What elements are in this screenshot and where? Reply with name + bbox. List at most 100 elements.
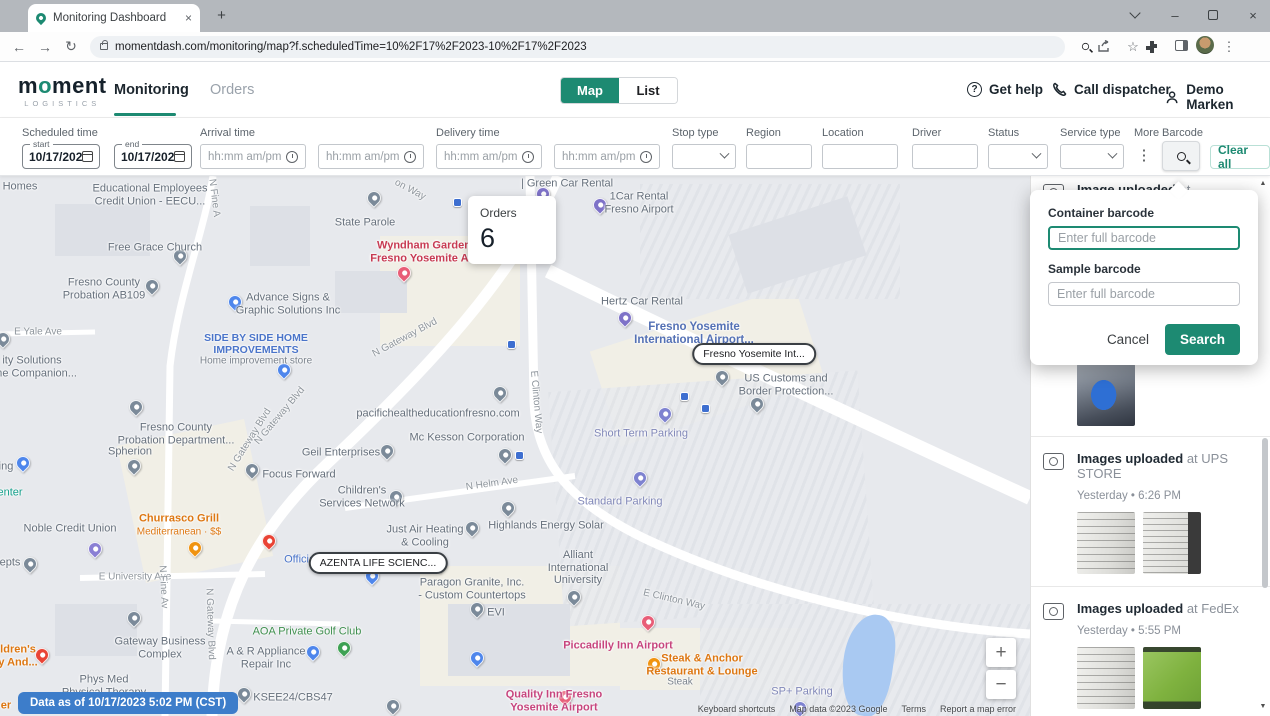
arrival-to-input[interactable]: [326, 151, 400, 163]
pin-dot: [571, 594, 577, 600]
uploaded-image-thumbnail-shipping-label[interactable]: [1077, 647, 1135, 709]
clock-icon[interactable]: [286, 151, 298, 163]
calendar-icon[interactable]: [174, 151, 185, 162]
delivery-from-input[interactable]: [444, 151, 518, 163]
browser-menu-icon[interactable]: ⋮: [1217, 39, 1241, 55]
reload-button[interactable]: ↻: [58, 38, 84, 55]
browser-tab[interactable]: Monitoring Dashboard ×: [28, 4, 200, 32]
feed-item-timestamp: Yesterday • 5:55 PM: [1077, 625, 1239, 637]
side-panel-icon[interactable]: [1169, 39, 1193, 54]
attribution-link[interactable]: Terms: [901, 704, 926, 714]
tab-search-chevron-icon[interactable]: [1120, 2, 1150, 28]
uploaded-image-thumbnail-green-box[interactable]: [1143, 647, 1201, 709]
close-window-button[interactable]: ×: [1238, 2, 1268, 28]
orders-count-popup[interactable]: Orders 6: [468, 196, 556, 264]
map-label: Educational Employees Credit Union - EEC…: [93, 182, 208, 207]
get-help-button[interactable]: ? Get help: [967, 82, 1043, 97]
scrollbar-up-arrow[interactable]: ▲: [1258, 180, 1268, 187]
more-filters-button[interactable]: ⋮: [1134, 144, 1154, 169]
new-tab-button[interactable]: +: [213, 8, 230, 25]
map-label: pacifichealtheducationfresno.com: [356, 408, 519, 421]
cancel-button[interactable]: Cancel: [1107, 332, 1149, 347]
arrival-to-field[interactable]: [318, 144, 424, 169]
forward-button[interactable]: →: [32, 39, 58, 55]
toggle-list-button[interactable]: List: [619, 78, 677, 103]
driver-input[interactable]: [920, 151, 970, 163]
pin-dot: [39, 652, 45, 658]
container-barcode-input[interactable]: [1048, 226, 1240, 250]
map-label: Steak: [667, 676, 693, 688]
profile-avatar[interactable]: [1193, 36, 1217, 57]
map-label: Spherion: [108, 446, 152, 459]
call-dispatcher-button[interactable]: Call dispatcher: [1052, 82, 1171, 97]
scheduled-end-date-field[interactable]: end: [114, 144, 192, 169]
scrollbar-thumb[interactable]: [1262, 438, 1268, 588]
delivery-from-field[interactable]: [436, 144, 542, 169]
map-canvas[interactable]: HomesEducational Employees Credit Union …: [0, 176, 1030, 716]
filter-label-region: Region: [746, 127, 781, 139]
address-bar[interactable]: momentdash.com/monitoring/map?f.schedule…: [90, 36, 1065, 58]
uploaded-image-thumbnail-blue-container[interactable]: [1077, 364, 1135, 426]
arrival-from-input[interactable]: [208, 151, 282, 163]
map-label: US Customs and Border Protection...: [739, 372, 834, 397]
scrollbar-down-arrow[interactable]: ▼: [1258, 703, 1268, 710]
scheduled-start-date-field[interactable]: start: [22, 144, 100, 169]
map-label: Wyndham Garden Fresno Yosemite A...: [370, 239, 477, 264]
bookmark-star-icon[interactable]: ☆: [1121, 39, 1145, 55]
map-label: Fresno County Probation AB109: [63, 276, 146, 301]
feed-item[interactable]: Images uploaded at UPS STOREYesterday • …: [1031, 436, 1270, 586]
delivery-to-input[interactable]: [562, 151, 636, 163]
search-button[interactable]: Search: [1165, 324, 1240, 355]
attribution-link[interactable]: Report a map error: [940, 704, 1016, 714]
map-label: Alliant International University: [548, 549, 609, 587]
user-menu[interactable]: Demo Marken: [1165, 82, 1270, 112]
maximize-button[interactable]: [1198, 2, 1228, 28]
nav-monitoring[interactable]: Monitoring: [114, 82, 189, 98]
tab-title: Monitoring Dashboard: [53, 12, 178, 24]
attribution-link[interactable]: Map data ©2023 Google: [789, 704, 887, 714]
status-select[interactable]: [988, 144, 1048, 169]
sample-barcode-input[interactable]: [1048, 282, 1240, 306]
clock-icon[interactable]: [404, 151, 416, 163]
clock-icon[interactable]: [640, 151, 652, 163]
back-button[interactable]: ←: [6, 39, 32, 55]
service-type-select[interactable]: [1060, 144, 1124, 169]
nav-orders[interactable]: Orders: [210, 82, 254, 98]
clear-all-button[interactable]: Clear all: [1210, 145, 1270, 169]
pin-dot: [502, 452, 508, 458]
brand-rest: ment: [52, 73, 107, 98]
scheduled-end-input[interactable]: [121, 150, 174, 164]
map-label: Quality Inn Fresno Yosemite Airport: [506, 688, 603, 713]
uploaded-image-thumbnail-shipping-label[interactable]: [1077, 512, 1135, 574]
order-location-tag[interactable]: Fresno Yosemite Int...: [692, 343, 816, 365]
filter-label-status: Status: [988, 127, 1019, 139]
stop-type-select[interactable]: [672, 144, 736, 169]
delivery-to-field[interactable]: [554, 144, 660, 169]
map-zoom-in-button[interactable]: +: [986, 638, 1016, 667]
order-location-tag[interactable]: AZENTA LIFE SCIENC...: [309, 552, 448, 574]
zoom-out-icon[interactable]: [1073, 39, 1097, 54]
feed-item-title: Images uploaded at UPS STORE: [1077, 451, 1254, 481]
tab-close-icon[interactable]: ×: [185, 11, 192, 25]
minimize-button[interactable]: –: [1160, 2, 1190, 28]
arrival-from-field[interactable]: [200, 144, 306, 169]
uploaded-image-thumbnail-shipping-label-dark[interactable]: [1143, 512, 1201, 574]
location-input-field[interactable]: [822, 144, 898, 169]
location-input[interactable]: [830, 151, 890, 163]
scheduled-start-input[interactable]: [29, 150, 82, 164]
feed-at-text: at: [1183, 601, 1201, 616]
toggle-map-button[interactable]: Map: [561, 78, 619, 103]
feed-item[interactable]: Images uploaded at FedExYesterday • 5:55…: [1031, 586, 1270, 716]
brand-logo[interactable]: moment LOGISTICS: [18, 73, 107, 108]
region-input-field[interactable]: [746, 144, 812, 169]
driver-input-field[interactable]: [912, 144, 978, 169]
clock-icon[interactable]: [522, 151, 534, 163]
map-zoom-out-button[interactable]: −: [986, 670, 1016, 699]
barcode-search-button[interactable]: [1162, 141, 1200, 171]
user-name: Demo Marken: [1186, 82, 1270, 112]
calendar-icon[interactable]: [82, 151, 93, 162]
share-icon[interactable]: [1097, 40, 1121, 53]
pin-dot: [20, 460, 26, 466]
region-input[interactable]: [754, 151, 804, 163]
extensions-puzzle-icon[interactable]: [1145, 40, 1169, 54]
